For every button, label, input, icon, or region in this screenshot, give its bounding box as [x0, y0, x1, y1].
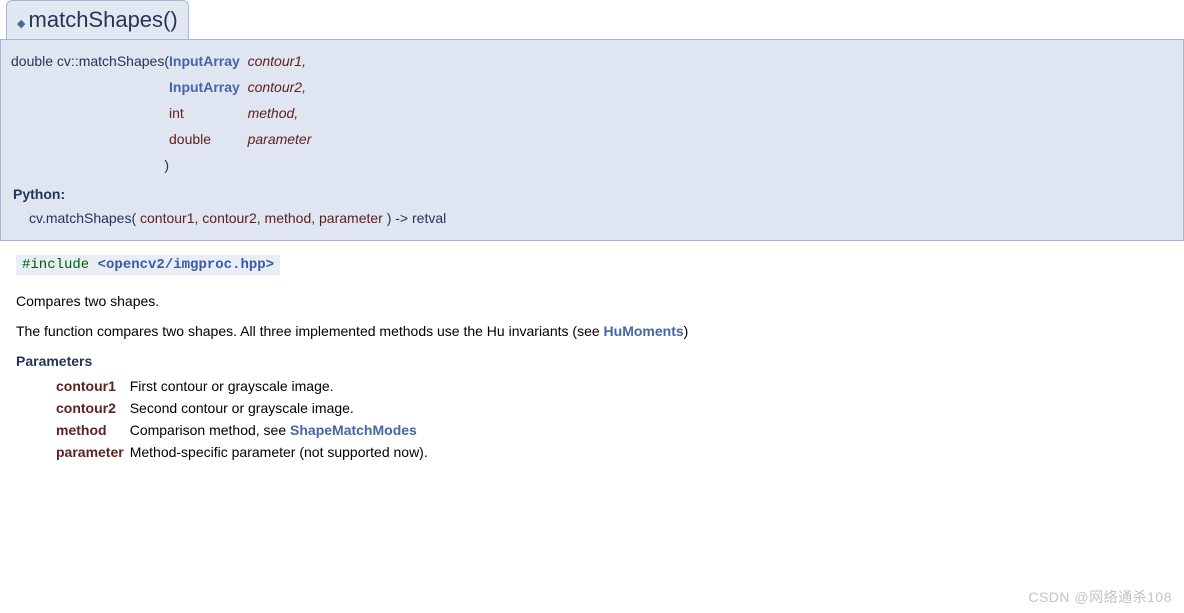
- param-name: parameter: [248, 131, 312, 147]
- param-type-link[interactable]: InputArray: [169, 53, 240, 69]
- python-signature: cv.matchShapes( contour1, contour2, meth…: [11, 206, 1173, 230]
- param-name-cell: method: [56, 419, 130, 441]
- shapematchmodes-link[interactable]: ShapeMatchModes: [290, 422, 417, 438]
- param-desc-cell: Comparison method, see ShapeMatchModes: [130, 419, 434, 441]
- param-type-link[interactable]: InputArray: [169, 79, 240, 95]
- table-row: contour2 Second contour or grayscale ima…: [56, 397, 434, 419]
- table-row: method Comparison method, see ShapeMatch…: [56, 419, 434, 441]
- cpp-signature-block: double cv::matchShapes ( InputArray cont…: [0, 39, 1184, 241]
- param-type: double: [169, 131, 211, 147]
- permalink-icon[interactable]: ◆: [17, 18, 29, 30]
- function-name: matchShapes(): [29, 7, 178, 32]
- include-directive: #include <opencv2/imgproc.hpp>: [16, 255, 280, 275]
- param-name-cell: contour1: [56, 375, 130, 397]
- table-row: contour1 First contour or grayscale imag…: [56, 375, 434, 397]
- param-type: int: [169, 105, 184, 121]
- param-desc-cell: Method-specific parameter (not supported…: [130, 441, 434, 463]
- description-block: #include <opencv2/imgproc.hpp> Compares …: [0, 241, 1184, 477]
- table-row: parameter Method-specific parameter (not…: [56, 441, 434, 463]
- param-desc-cell: Second contour or grayscale image.: [130, 397, 434, 419]
- param-name: method: [248, 105, 295, 121]
- brief-description: Compares two shapes.: [16, 293, 1168, 309]
- return-and-func: double cv::matchShapes: [11, 48, 164, 74]
- param-name-cell: contour2: [56, 397, 130, 419]
- python-label: Python:: [13, 186, 1173, 202]
- watermark: CSDN @网络通杀108: [1028, 587, 1172, 607]
- param-name: contour1: [248, 53, 302, 69]
- param-name-cell: parameter: [56, 441, 130, 463]
- parameters-header: Parameters: [16, 353, 1168, 369]
- detailed-description: The function compares two shapes. All th…: [16, 323, 1168, 339]
- function-header: ◆ matchShapes(): [6, 0, 189, 40]
- humoments-link[interactable]: HuMoments: [604, 323, 684, 339]
- parameters-table: contour1 First contour or grayscale imag…: [56, 375, 434, 463]
- param-name: contour2: [248, 79, 302, 95]
- param-desc-cell: First contour or grayscale image.: [130, 375, 434, 397]
